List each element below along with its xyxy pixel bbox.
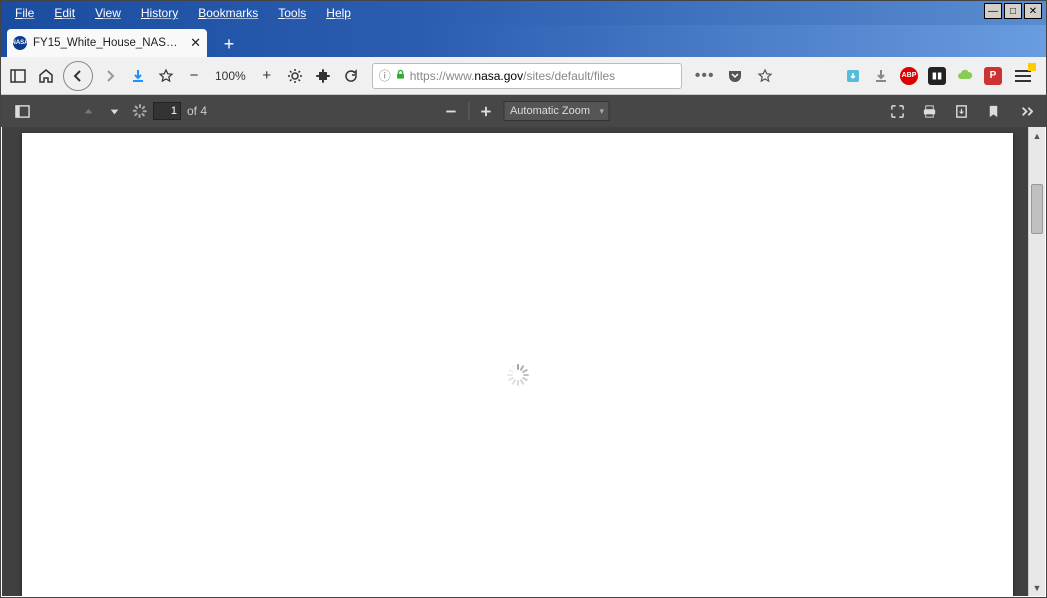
vertical-scrollbar[interactable]: ▲ ▼	[1028, 127, 1045, 596]
extension-abp-icon[interactable]: ABP	[900, 67, 918, 85]
info-icon[interactable]: ⓘ	[379, 67, 391, 84]
menu-edit[interactable]: Edit	[44, 4, 85, 22]
tab-title: FY15_White_House_NASA_Fact_S	[33, 37, 182, 49]
sidebar-toggle-button[interactable]	[7, 65, 29, 87]
scroll-track[interactable]	[1029, 144, 1045, 579]
pdf-bookmark-button[interactable]	[980, 98, 1006, 124]
pdf-presentation-button[interactable]	[884, 98, 910, 124]
extension-icons: ABP P	[844, 65, 1040, 87]
zoom-level-label: 100%	[211, 69, 250, 83]
zoom-out-button[interactable]: −	[183, 65, 205, 87]
pdf-viewport[interactable]: ▲ ▼	[2, 127, 1045, 596]
url-domain: nasa.gov	[474, 69, 523, 83]
pdf-zoom-out[interactable]	[438, 98, 464, 124]
back-button[interactable]	[63, 61, 93, 91]
pdf-prev-page[interactable]	[75, 98, 101, 124]
browser-tab[interactable]: NASA FY15_White_House_NASA_Fact_S ✕	[7, 29, 207, 57]
minimize-button[interactable]: —	[984, 3, 1002, 19]
nasa-favicon-icon: NASA	[13, 36, 27, 50]
pdf-loading-icon	[127, 98, 153, 124]
new-tab-button[interactable]: +	[215, 31, 243, 57]
extension-reader-icon[interactable]	[928, 67, 946, 85]
menu-history[interactable]: History	[131, 4, 188, 22]
pdf-zoom-in[interactable]	[473, 98, 499, 124]
extension-download-icon[interactable]	[844, 67, 862, 85]
menu-file[interactable]: File	[5, 4, 44, 22]
url-bar[interactable]: ⓘ https://www.nasa.gov/sites/default/fil…	[372, 63, 682, 89]
pdf-page-input[interactable]	[153, 102, 181, 120]
pdf-toolbar: of 4 Automatic Zoom	[1, 95, 1046, 127]
lock-icon	[395, 69, 406, 83]
addons-button[interactable]	[312, 65, 334, 87]
window-controls: — □ ✕	[984, 3, 1042, 19]
menu-bookmarks[interactable]: Bookmarks	[188, 4, 268, 22]
zoom-in-button[interactable]: +	[256, 65, 278, 87]
browser-menubar: File Edit View History Bookmarks Tools H…	[1, 1, 1046, 25]
downloads-button[interactable]	[127, 65, 149, 87]
forward-button[interactable]	[99, 65, 121, 87]
bookmark-star-button[interactable]	[155, 65, 177, 87]
page-actions-button[interactable]: •••	[694, 65, 716, 87]
maximize-button[interactable]: □	[1004, 3, 1022, 19]
pocket-button[interactable]	[724, 65, 746, 87]
pdf-next-page[interactable]	[101, 98, 127, 124]
menu-view[interactable]: View	[85, 4, 131, 22]
app-menu-button[interactable]	[1012, 65, 1034, 87]
tab-bar: NASA FY15_White_House_NASA_Fact_S ✕ +	[1, 25, 1046, 57]
pdf-zoom-select[interactable]: Automatic Zoom	[503, 101, 609, 121]
menu-help[interactable]: Help	[316, 4, 361, 22]
pdf-sidebar-toggle[interactable]	[9, 98, 35, 124]
close-window-button[interactable]: ✕	[1024, 3, 1042, 19]
bookmark-page-button[interactable]	[754, 65, 776, 87]
notification-badge-icon	[1028, 63, 1036, 71]
pdf-print-button[interactable]	[916, 98, 942, 124]
url-suffix: /sites/default/files	[523, 69, 615, 83]
pdf-page-total: of 4	[187, 104, 207, 118]
browser-toolbar: − 100% + ⓘ https://www.nasa.gov/sites/de…	[1, 57, 1046, 95]
page-actions: •••	[694, 65, 776, 87]
url-prefix: https://www.	[410, 69, 475, 83]
scroll-up-button[interactable]: ▲	[1029, 127, 1045, 144]
home-button[interactable]	[35, 65, 57, 87]
pdf-tools-button[interactable]	[1012, 98, 1038, 124]
reload-button[interactable]	[340, 65, 362, 87]
extension-cloud-icon[interactable]	[956, 67, 974, 85]
pdf-page	[22, 133, 1013, 596]
pdf-download-button[interactable]	[948, 98, 974, 124]
scroll-down-button[interactable]: ▼	[1029, 579, 1045, 596]
close-tab-button[interactable]: ✕	[190, 35, 201, 51]
extension-p-icon[interactable]: P	[984, 67, 1002, 85]
scroll-thumb[interactable]	[1031, 184, 1043, 234]
extension-download2-icon[interactable]	[872, 67, 890, 85]
menu-tools[interactable]: Tools	[268, 4, 316, 22]
developer-button[interactable]	[284, 65, 306, 87]
loading-spinner-icon	[507, 364, 529, 386]
